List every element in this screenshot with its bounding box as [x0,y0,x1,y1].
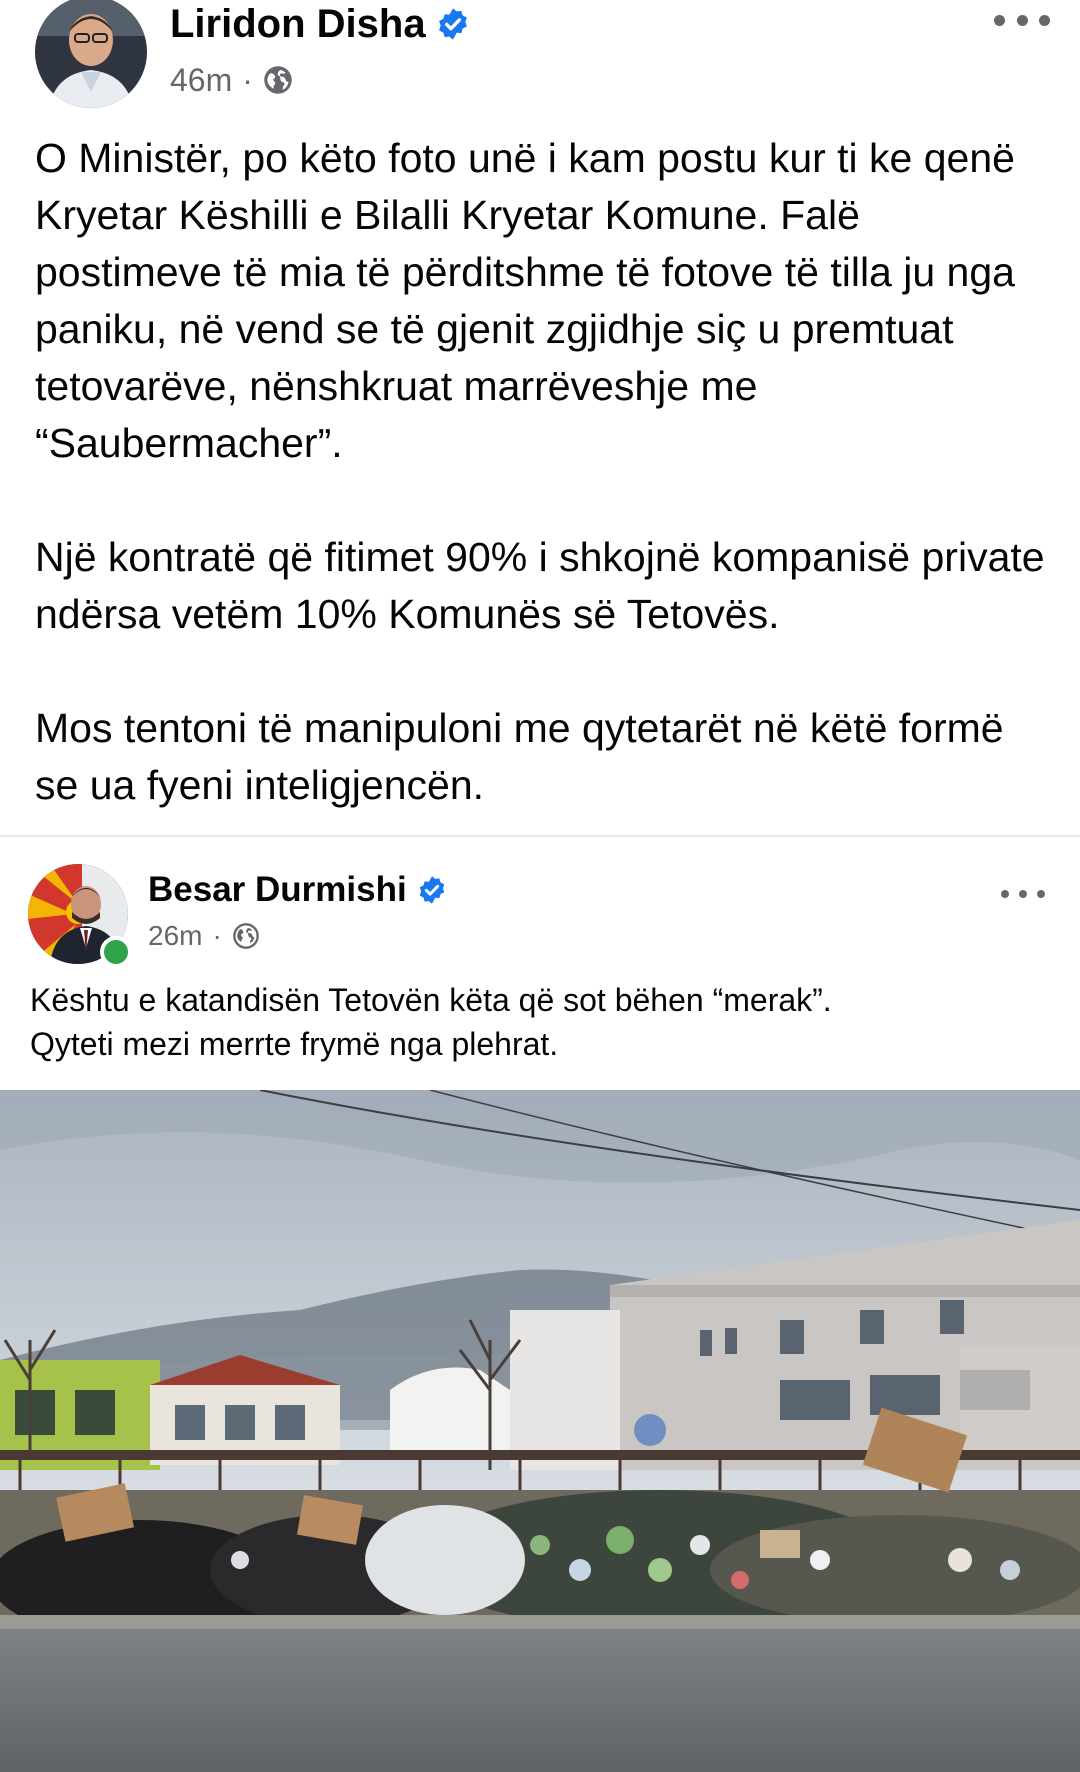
shared-post-line: Qyteti mezi merrte frymë nga plehrat. [30,1026,559,1062]
author-photo [35,0,147,108]
post-paragraph: Mos tentoni të manipuloni me qytetarët n… [35,705,1004,808]
shared-post-photo[interactable] [0,1090,1080,1772]
divider [0,835,1080,837]
shared-post-body: Kështu e katandisën Tetovën këta që sot … [30,978,1050,1066]
post-paragraph: O Ministër, po këto foto unë i kam postu… [35,135,1015,466]
verified-badge-icon [438,8,467,40]
globe-icon [232,923,259,949]
shared-post-line: Kështu e katandisën Tetovën këta që sot … [30,982,832,1018]
author-name[interactable]: Liridon Disha [170,2,426,46]
online-status-indicator [100,936,132,968]
post-paragraph: Një kontratë që fitimet 90% i shkojnë ko… [35,534,1045,637]
dot [1019,890,1027,898]
shared-post-time[interactable]: 26m [148,920,202,952]
shared-author-name-row: Besar Durmishi [148,870,447,910]
garbage-street-photo [0,1090,1080,1772]
verified-badge-icon [419,876,444,904]
shared-post-header: Besar Durmishi 26m · [0,860,1080,970]
post-body: O Ministër, po këto foto unë i kam postu… [35,130,1055,814]
meta-separator: · [212,920,222,951]
more-options-icon[interactable] [1001,884,1045,904]
author-avatar[interactable] [35,0,147,108]
dot [1039,14,1050,26]
post-meta: 46m · [170,62,293,98]
shared-post-meta: 26m · [148,920,260,952]
more-options-icon[interactable] [994,8,1050,32]
dot [1001,890,1009,898]
shared-author-name[interactable]: Besar Durmishi [148,870,407,910]
dot [994,14,1005,26]
post-time[interactable]: 46m [170,62,232,98]
dot [1037,890,1045,898]
meta-separator: · [242,62,253,98]
dot [1016,14,1028,26]
globe-icon [264,66,292,94]
author-name-row: Liridon Disha [170,2,470,46]
post-header: Liridon Disha 46m · [0,0,1080,110]
